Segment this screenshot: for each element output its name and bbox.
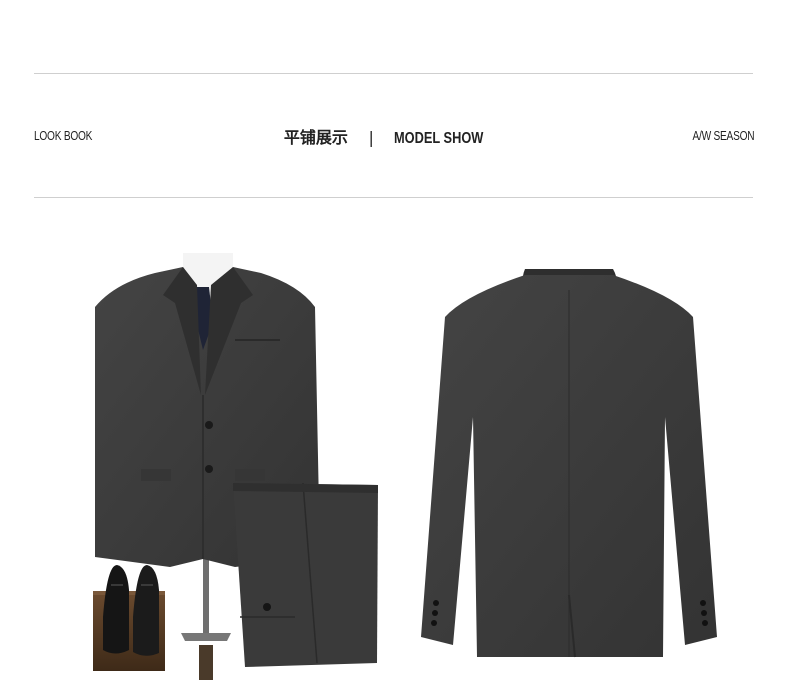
suit-product-photo — [93, 253, 717, 680]
top-divider — [34, 73, 753, 74]
title-separator: | — [368, 128, 374, 147]
section-title: 平铺展示 | MODEL SHOW — [0, 124, 790, 148]
mannequin-stand — [181, 545, 231, 680]
section-title-cn: 平铺展示 — [283, 128, 348, 147]
suit-jacket-back — [421, 269, 717, 658]
section-title-en: MODEL SHOW — [394, 130, 484, 147]
suit-trousers — [233, 482, 378, 667]
season-label: A/W SEASON — [692, 128, 754, 143]
bottom-divider — [34, 197, 753, 198]
